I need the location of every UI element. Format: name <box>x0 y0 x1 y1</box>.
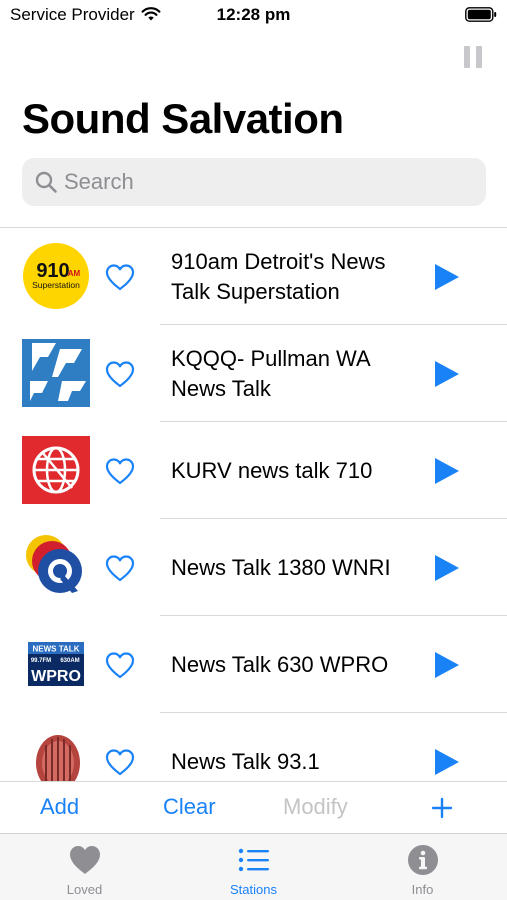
logo-wpro-freq1: 99.7FM <box>31 658 51 664</box>
station-name: KQQQ- Pullman WA News Talk <box>171 345 370 401</box>
status-bar: Service Provider 12:28 pm <box>0 0 507 30</box>
page-title: Sound Salvation <box>22 95 344 142</box>
tab-label: Stations <box>230 882 277 897</box>
list-icon <box>238 848 269 872</box>
tab-label: Loved <box>66 882 103 897</box>
heart-icon[interactable] <box>104 748 136 776</box>
clear-button[interactable]: Clear <box>163 794 216 820</box>
station-row[interactable]: NEWS TALK 99.7FM 630AM WPRO News Talk 63… <box>0 616 507 713</box>
heart-fill-icon <box>69 846 100 874</box>
plus-icon[interactable] <box>430 796 454 820</box>
heart-icon[interactable] <box>104 263 136 291</box>
station-row[interactable]: 910 AM Superstation 910am Detroit's News… <box>0 228 507 325</box>
station-row[interactable]: News Talk 1380 WNRI <box>0 519 507 616</box>
search-bar[interactable] <box>22 158 486 206</box>
logo-wpro-top: NEWS TALK <box>33 645 80 654</box>
kurv-globe-logo <box>22 436 90 504</box>
action-bar: Add Clear Modify <box>0 781 507 833</box>
logo-910-am: AM <box>68 269 81 278</box>
clock: 12:28 pm <box>216 5 291 24</box>
logo-wpro-freq2: 630AM <box>60 658 79 664</box>
heart-icon[interactable] <box>104 457 136 485</box>
pause-button[interactable] <box>463 45 483 69</box>
play-icon[interactable] <box>434 263 460 291</box>
station-name: KURV news talk 710 <box>171 457 373 483</box>
station-name: News Talk 1380 WNRI <box>171 554 391 580</box>
station-name: News Talk 630 WPRO <box>171 651 389 677</box>
tab-loved[interactable]: Loved <box>0 834 169 900</box>
logo-wpro-call: WPRO <box>31 668 81 685</box>
station-row[interactable]: KQQQ- Pullman WA News Talk <box>0 325 507 422</box>
modify-button[interactable]: Modify <box>283 794 348 820</box>
station-row[interactable]: KURV news talk 710 <box>0 422 507 519</box>
station-list[interactable]: 910 AM Superstation 910am Detroit's News… <box>0 227 507 781</box>
info-circle-icon <box>407 845 438 875</box>
search-input[interactable] <box>64 158 474 206</box>
search-icon <box>35 171 57 193</box>
kqqq-logo <box>22 339 90 407</box>
heart-icon[interactable] <box>104 554 136 582</box>
play-icon[interactable] <box>434 457 460 485</box>
station-name: 910am Detroit's News Talk Superstation <box>171 248 386 304</box>
tab-label: Info <box>411 882 434 897</box>
wnri-q-logo <box>22 533 90 601</box>
microphone-logo <box>22 727 90 781</box>
tab-bar: Loved Stations Info <box>0 833 507 900</box>
station-name: News Talk 93.1 <box>171 748 320 774</box>
tab-info[interactable]: Info <box>338 834 507 900</box>
tab-stations[interactable]: Stations <box>169 834 338 900</box>
battery-icon <box>465 7 497 22</box>
play-icon[interactable] <box>434 554 460 582</box>
910am-superstation-logo: 910 AM Superstation <box>23 243 89 309</box>
heart-icon[interactable] <box>104 651 136 679</box>
logo-910-main: 910 <box>36 260 69 282</box>
play-icon[interactable] <box>434 360 460 388</box>
logo-910-sub: Superstation <box>32 280 80 290</box>
heart-icon[interactable] <box>104 360 136 388</box>
play-icon[interactable] <box>434 748 460 776</box>
play-icon[interactable] <box>434 651 460 679</box>
station-row[interactable]: News Talk 93.1 <box>0 713 507 781</box>
wpro-logo: NEWS TALK 99.7FM 630AM WPRO <box>22 630 90 698</box>
add-button[interactable]: Add <box>40 794 79 820</box>
